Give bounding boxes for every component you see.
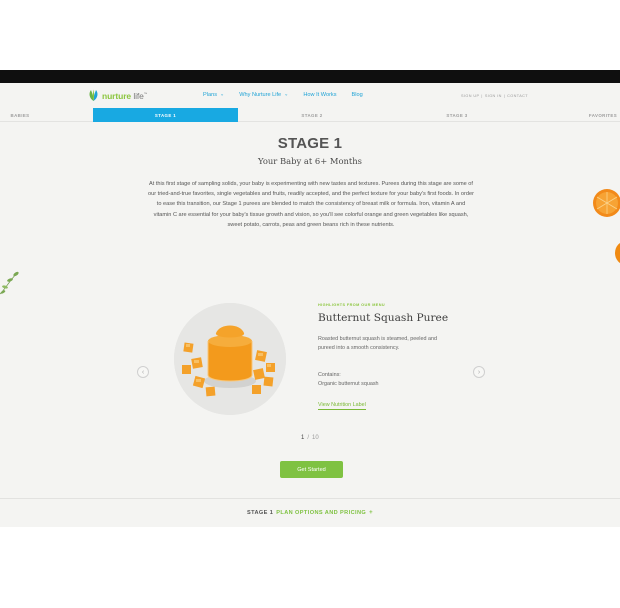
stage-tabs: BABIES STAGE 1 STAGE 2 STAGE 3 FAVORITES xyxy=(0,108,620,122)
nav-blog[interactable]: Blog xyxy=(352,92,363,98)
logo-rest: life xyxy=(131,90,144,101)
product-name: Butternut Squash Puree xyxy=(318,312,449,324)
orange-slice-decoration xyxy=(593,189,620,217)
sign-in-link[interactable]: SIGN IN xyxy=(485,94,502,98)
plan-options-link[interactable]: PLAN OPTIONS AND PRICING xyxy=(276,510,366,516)
chevron-down-icon: ⌄ xyxy=(284,91,289,98)
product-image xyxy=(174,303,286,415)
tab-stage-3[interactable]: STAGE 3 xyxy=(427,108,487,122)
plus-icon: + xyxy=(369,510,374,516)
nav-label: Plans xyxy=(203,92,217,98)
pager-separator: / xyxy=(307,435,310,441)
tab-stage-1[interactable]: STAGE 1 xyxy=(93,108,238,122)
screenshot-canvas: nurture life™ Plans ⌄ Why Nurture Life ⌄… xyxy=(0,0,620,608)
util-divider: | xyxy=(503,94,506,98)
nav-plans[interactable]: Plans ⌄ xyxy=(203,91,225,99)
tab-stage-2[interactable]: STAGE 2 xyxy=(280,108,344,122)
product-description: Roasted butternut squash is steamed, pee… xyxy=(318,336,437,351)
logo-text: nurture life™ xyxy=(102,91,147,101)
stage-description: At this first stage of sampling solids, … xyxy=(148,181,474,228)
page-title: STAGE 1 xyxy=(277,135,343,152)
nav-why-nurture-life[interactable]: Why Nurture Life ⌄ xyxy=(239,91,289,99)
carousel-pager: 1 / 10 xyxy=(301,435,319,441)
leaf-logo-icon xyxy=(89,89,98,101)
tab-babies[interactable]: BABIES xyxy=(0,108,40,122)
chevron-down-icon: ⌄ xyxy=(220,91,225,98)
sign-up-link[interactable]: SIGN UP xyxy=(461,94,479,98)
browser-top-bar xyxy=(0,70,620,83)
logo-tm: ™ xyxy=(143,91,148,96)
pager-current: 1 xyxy=(301,435,305,441)
logo-brand: nurture xyxy=(102,90,132,101)
contains-label: Contains: xyxy=(318,372,341,378)
util-divider: | xyxy=(481,94,483,98)
nav-label: Why Nurture Life xyxy=(239,92,282,98)
contains-value: Organic butternut squash xyxy=(318,381,379,387)
site-header: nurture life™ Plans ⌄ Why Nurture Life ⌄… xyxy=(0,83,620,108)
contact-link[interactable]: CONTACT xyxy=(507,94,528,98)
nav-label: How It Works xyxy=(303,92,337,98)
carousel-prev-button[interactable]: ‹ xyxy=(137,366,149,378)
orange-fruit-decoration xyxy=(615,242,620,264)
logo[interactable]: nurture life™ xyxy=(88,89,147,102)
squash-puree-illustration xyxy=(174,303,286,415)
tab-favorites[interactable]: FAVORITES xyxy=(580,108,620,122)
highlight-label: HIGHLIGHTS FROM OUR MENU xyxy=(318,303,385,307)
carousel-next-button[interactable]: › xyxy=(473,366,485,378)
plan-options-band: STAGE 1 PLAN OPTIONS AND PRICING + xyxy=(0,498,620,527)
footer-stage-label: STAGE 1 xyxy=(246,510,274,516)
page-subtitle: Your Baby at 6+ Months xyxy=(258,156,362,166)
chevron-right-icon: › xyxy=(477,368,481,376)
chevron-left-icon: ‹ xyxy=(141,368,145,376)
main-nav: Plans ⌄ Why Nurture Life ⌄ How It Works … xyxy=(203,91,363,99)
utility-links: SIGN UP | SIGN IN | CONTACT xyxy=(461,94,528,98)
nav-label: Blog xyxy=(351,92,363,98)
view-nutrition-label-link[interactable]: View Nutrition Label xyxy=(318,402,366,410)
herb-sprig-decoration xyxy=(0,271,19,295)
pager-total: 10 xyxy=(312,435,319,441)
get-started-button[interactable]: Get Started xyxy=(280,461,343,478)
nav-how-it-works[interactable]: How It Works xyxy=(303,92,336,98)
site-page: nurture life™ Plans ⌄ Why Nurture Life ⌄… xyxy=(0,83,620,527)
